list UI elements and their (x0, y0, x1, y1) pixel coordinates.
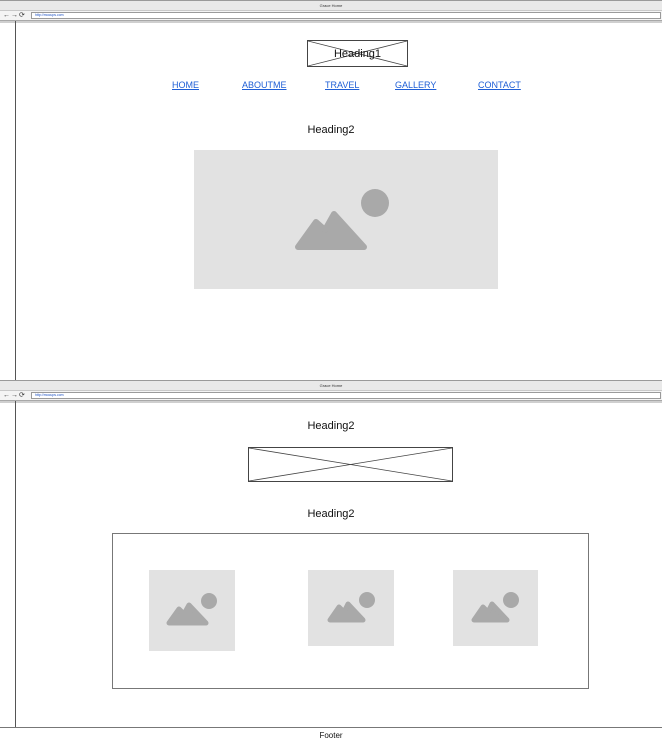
image-placeholder-icon (166, 593, 217, 626)
heading1-logo-box: Heading1 (307, 40, 408, 67)
heading2-top: Heading2 (307, 420, 355, 432)
address-bar[interactable]: http://mocups.com (31, 392, 661, 399)
nav-link-gallery[interactable]: GALLERY (395, 80, 436, 90)
image-placeholder-icon (295, 189, 389, 250)
window-title: Grace Home (0, 0, 662, 11)
heading2: Heading2 (307, 124, 355, 136)
image-placeholder-icon (327, 592, 375, 623)
nav-link-contact[interactable]: CONTACT (478, 80, 521, 90)
browser-toolbar: ←→⟳ http://mocups.com (0, 11, 662, 21)
image-placeholder-icon (471, 592, 519, 623)
toolbar-divider (0, 401, 662, 403)
heading1: Heading1 (333, 47, 382, 60)
address-bar[interactable]: http://mocups.com (31, 12, 661, 19)
heading2-gallery: Heading2 (307, 508, 355, 520)
banner-placeholder-box (248, 447, 453, 482)
back-arrow-icon[interactable]: ← (3, 392, 10, 400)
nav-link-aboutme[interactable]: ABOUTME (242, 80, 287, 90)
gallery-image-2[interactable] (308, 570, 394, 646)
nav-link-travel[interactable]: TRAVEL (325, 80, 359, 90)
window-title: Grace Home (0, 380, 662, 391)
reload-icon[interactable]: ⟳ (19, 392, 25, 400)
footer: Footer (0, 727, 662, 743)
hero-image-placeholder (194, 150, 498, 289)
placeholder-cross-icon (249, 448, 452, 481)
browser-frame-bottom: Grace Home ←→⟳ http://mocups.com Heading… (0, 380, 662, 743)
back-arrow-icon[interactable]: ← (3, 12, 10, 20)
browser-toolbar: ←→⟳ http://mocups.com (0, 391, 662, 401)
main-nav: HOME ABOUTME TRAVEL GALLERY CONTACT (0, 80, 662, 94)
forward-arrow-icon[interactable]: → (11, 392, 18, 400)
left-edge-line (15, 401, 16, 743)
browser-frame-top: Grace Home ←→⟳ http://mocups.com Heading… (0, 0, 662, 380)
toolbar-divider (0, 21, 662, 23)
gallery-image-3[interactable] (453, 570, 538, 646)
forward-arrow-icon[interactable]: → (11, 12, 18, 20)
left-edge-line (15, 21, 16, 380)
nav-link-home[interactable]: HOME (172, 80, 199, 90)
reload-icon[interactable]: ⟳ (19, 12, 25, 20)
gallery-image-1[interactable] (149, 570, 235, 651)
